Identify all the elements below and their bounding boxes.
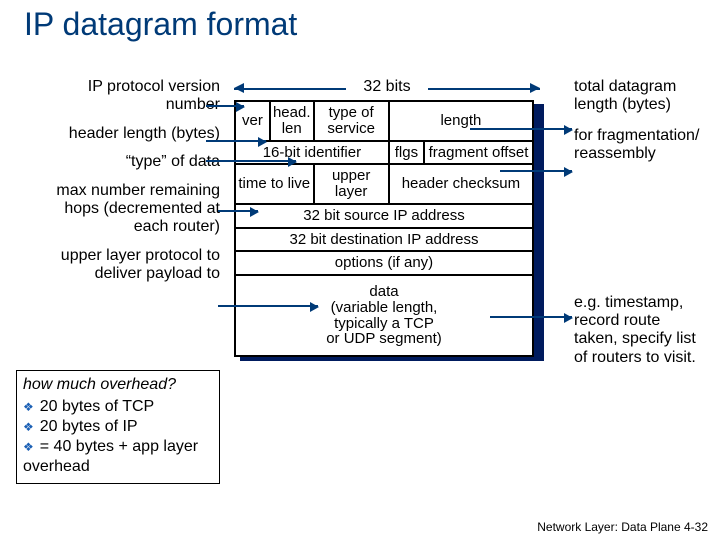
connector-hlen [206, 140, 266, 142]
note-proto: upper layer protocol to deliver payload … [50, 247, 220, 284]
width-line-right [428, 88, 540, 90]
row-5: options (if any) [235, 251, 533, 275]
connector-ttl [218, 210, 258, 212]
overhead-list: 20 bytes of TCP 20 bytes of IP = 40 byte… [23, 397, 213, 477]
note-options: e.g. timestamp, record route taken, spec… [574, 294, 704, 368]
cell-tos: type of service [314, 101, 389, 141]
connector-options [490, 316, 572, 318]
overhead-item: 20 bytes of IP [23, 417, 213, 437]
note-frag: for fragmentation/ reassembly [574, 127, 704, 164]
cell-fragoff: fragment offset [424, 141, 533, 165]
cell-flgs: flgs [389, 141, 424, 165]
cell-proto: upper layer [314, 164, 389, 204]
overhead-item: 20 bytes of TCP [23, 397, 213, 417]
ip-header-table: ver head. len type of service length 16-… [234, 100, 534, 357]
slide-footer: Network Layer: Data Plane 4-32 [537, 520, 708, 534]
row-4: 32 bit destination IP address [235, 228, 533, 252]
right-annotations: total datagram length (bytes) for fragme… [574, 78, 704, 379]
cell-data: data (variable length, typically a TCP o… [235, 275, 533, 356]
width-indicator: 32 bits [234, 78, 540, 96]
overhead-box: how much overhead? 20 bytes of TCP 20 by… [16, 370, 220, 484]
note-version: IP protocol version number [50, 78, 220, 115]
connector-frag [500, 170, 572, 172]
width-label: 32 bits [363, 78, 410, 95]
arrow-right-icon [530, 83, 540, 93]
cell-src: 32 bit source IP address [235, 204, 533, 228]
cell-length: length [389, 101, 533, 141]
row-0: ver head. len type of service length [235, 101, 533, 141]
left-annotations: IP protocol version number header length… [50, 78, 220, 294]
overhead-item: = 40 bytes + app layer overhead [23, 437, 213, 477]
datagram-wrapper: ver head. len type of service length 16-… [234, 100, 540, 357]
connector-type [206, 160, 296, 162]
cell-hlen: head. len [270, 101, 314, 141]
row-6: data (variable length, typically a TCP o… [235, 275, 533, 356]
connector-ver [206, 105, 244, 107]
note-ttl: max number remaining hops (decremented a… [50, 182, 220, 237]
note-type: “type” of data [50, 153, 220, 171]
cell-ttl: time to live [235, 164, 314, 204]
note-hlen: header length (bytes) [50, 125, 220, 143]
connector-length [470, 128, 572, 130]
overhead-question: how much overhead? [23, 375, 213, 395]
row-2: time to live upper layer header checksum [235, 164, 533, 204]
width-line-left [234, 88, 346, 90]
cell-opts: options (if any) [235, 251, 533, 275]
row-3: 32 bit source IP address [235, 204, 533, 228]
connector-proto [218, 305, 318, 307]
page-title: IP datagram format [24, 6, 297, 43]
cell-dst: 32 bit destination IP address [235, 228, 533, 252]
note-length: total datagram length (bytes) [574, 78, 704, 115]
arrow-left-icon [234, 83, 244, 93]
